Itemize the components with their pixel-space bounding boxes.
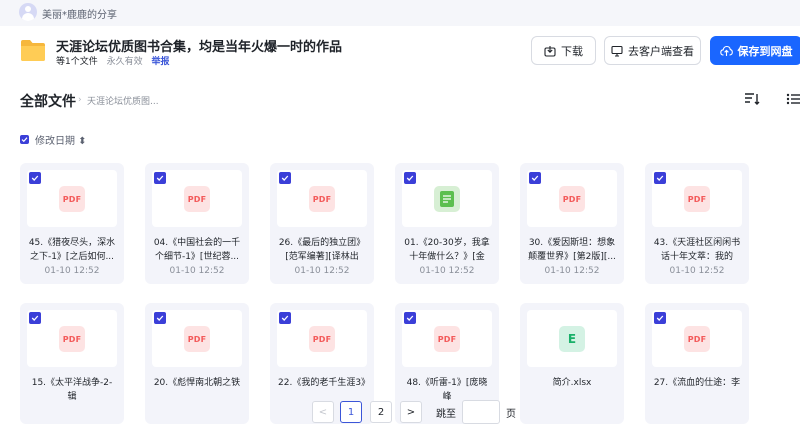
file-checkbox[interactable] <box>654 312 666 324</box>
file-checkbox[interactable] <box>529 172 541 184</box>
breadcrumb-separator: › <box>78 95 82 105</box>
check-icon <box>281 175 289 181</box>
pdf-icon: PDF <box>684 186 710 212</box>
page-1-button[interactable]: 1 <box>340 401 362 423</box>
file-checkbox[interactable] <box>154 312 166 324</box>
file-name: 43.《天涯社区闲闲书话十年文萃：我的青... <box>653 238 741 262</box>
file-card[interactable]: PDF 04.《中国社会的一千个细节-1》[世纪蓉... 01-10 12:52 <box>145 163 249 284</box>
file-checkbox[interactable] <box>279 312 291 324</box>
check-icon <box>156 315 164 321</box>
sort-icon[interactable] <box>744 92 760 106</box>
file-name: 27.《流血的仕途：李 <box>653 378 741 388</box>
file-card[interactable]: PDF 45.《猎夜尽头，深水之下-1》[之后如何... 01-10 12:52 <box>20 163 124 284</box>
file-card[interactable]: PDF 27.《流血的仕途：李 <box>645 303 749 424</box>
file-name: 22.《我的老千生涯3》 <box>278 378 366 388</box>
check-icon <box>406 175 414 181</box>
file-date: 01-10 12:52 <box>294 266 350 276</box>
file-card[interactable]: PDF 20.《彪悍南北朝之铁 <box>145 303 249 424</box>
avatar <box>19 3 37 21</box>
file-count: 等1个文件 <box>56 57 98 67</box>
file-date: 01-10 12:52 <box>544 266 600 276</box>
check-icon <box>31 175 39 181</box>
pdf-icon: PDF <box>559 186 585 212</box>
open-client-button[interactable]: 去客户端查看 <box>604 36 701 65</box>
select-all-checkbox[interactable] <box>20 135 29 144</box>
page-2-button[interactable]: 2 <box>370 401 392 423</box>
sharer-name: 美丽*鹿鹿的分享 <box>42 10 117 21</box>
check-icon <box>656 175 664 181</box>
pdf-icon: PDF <box>59 326 85 352</box>
pdf-icon: PDF <box>434 326 460 352</box>
next-page-button[interactable]: > <box>400 401 422 423</box>
file-checkbox[interactable] <box>404 172 416 184</box>
file-name: 简介.xlsx <box>552 378 592 388</box>
breadcrumb-current: 天涯论坛优质图... <box>87 97 159 107</box>
file-card[interactable]: PDF 15.《太平洋战争-2-辑 <box>20 303 124 424</box>
file-card[interactable]: 01.《20-30岁，我拿十年做什么？》[金正... 01-10 12:52 <box>395 163 499 284</box>
pdf-icon: PDF <box>684 326 710 352</box>
file-name: 20.《彪悍南北朝之铁 <box>153 378 241 388</box>
top-bar: 美丽*鹿鹿的分享 <box>0 0 800 26</box>
share-meta: 等1个文件 永久有效 举报 <box>56 54 170 67</box>
pdf-icon: PDF <box>59 186 85 212</box>
sort-by-date[interactable]: 修改日期 ⬍ <box>35 132 87 147</box>
save-to-drive-button[interactable]: 保存到网盘 <box>710 36 800 65</box>
prev-page-button[interactable]: < <box>312 401 334 423</box>
excel-icon: E <box>559 326 585 352</box>
check-icon <box>531 175 539 181</box>
file-card[interactable]: PDF 43.《天涯社区闲闲书话十年文萃：我的青... 01-10 12:52 <box>645 163 749 284</box>
pdf-icon: PDF <box>184 186 210 212</box>
pdf-icon: PDF <box>309 186 335 212</box>
file-checkbox[interactable] <box>654 172 666 184</box>
file-checkbox[interactable] <box>29 312 41 324</box>
pdf-icon: PDF <box>184 326 210 352</box>
file-name: 45.《猎夜尽头，深水之下-1》[之后如何... <box>28 238 116 262</box>
file-checkbox[interactable] <box>29 172 41 184</box>
file-thumbnail: E <box>527 310 617 367</box>
monitor-icon <box>611 45 623 57</box>
open-client-label: 去客户端查看 <box>628 44 694 58</box>
report-link[interactable]: 举报 <box>152 57 170 67</box>
save-label: 保存到网盘 <box>737 44 793 58</box>
file-date: 01-10 12:52 <box>419 266 475 276</box>
file-date: 01-10 12:52 <box>44 266 100 276</box>
file-name: 15.《太平洋战争-2-辑 <box>31 378 113 402</box>
file-name: 04.《中国社会的一千个细节-1》[世纪蓉... <box>153 238 241 262</box>
folder-icon <box>21 40 45 61</box>
file-card[interactable]: PDF 26.《最后的独立团》[范军编著][译林出版... 01-10 12:5… <box>270 163 374 284</box>
file-checkbox[interactable] <box>279 172 291 184</box>
file-date: 01-10 12:52 <box>669 266 725 276</box>
check-icon <box>281 315 289 321</box>
file-card[interactable]: E 简介.xlsx <box>520 303 624 424</box>
jump-page-input[interactable] <box>462 400 500 424</box>
page-unit-label: 页 <box>506 409 516 420</box>
list-view-icon[interactable] <box>786 92 800 106</box>
pdf-icon: PDF <box>309 326 335 352</box>
file-name: 26.《最后的独立团》[范军编著][译林出版... <box>278 238 366 262</box>
file-name: 30.《爱因斯坦：想象颠覆世界》[第2版][... <box>528 238 616 262</box>
check-icon <box>656 315 664 321</box>
file-checkbox[interactable] <box>154 172 166 184</box>
file-card[interactable]: PDF 30.《爱因斯坦：想象颠覆世界》[第2版][... 01-10 12:5… <box>520 163 624 284</box>
check-icon <box>406 315 414 321</box>
breadcrumb-root[interactable]: 全部文件 <box>20 91 76 111</box>
file-date: 01-10 12:52 <box>169 266 225 276</box>
file-name: 01.《20-30岁，我拿十年做什么？》[金正... <box>404 238 490 262</box>
check-icon <box>21 137 28 143</box>
download-icon <box>544 45 556 57</box>
jump-label: 跳至 <box>436 409 456 420</box>
validity: 永久有效 <box>106 57 143 67</box>
check-icon <box>156 175 164 181</box>
check-icon <box>31 315 39 321</box>
file-checkbox[interactable] <box>404 312 416 324</box>
download-button[interactable]: 下载 <box>531 36 596 65</box>
download-label: 下载 <box>561 44 583 58</box>
share-title: 天涯论坛优质图书合集，均是当年火爆一时的作品 <box>56 40 343 55</box>
cloud-upload-icon <box>719 45 733 56</box>
document-icon <box>434 186 460 212</box>
